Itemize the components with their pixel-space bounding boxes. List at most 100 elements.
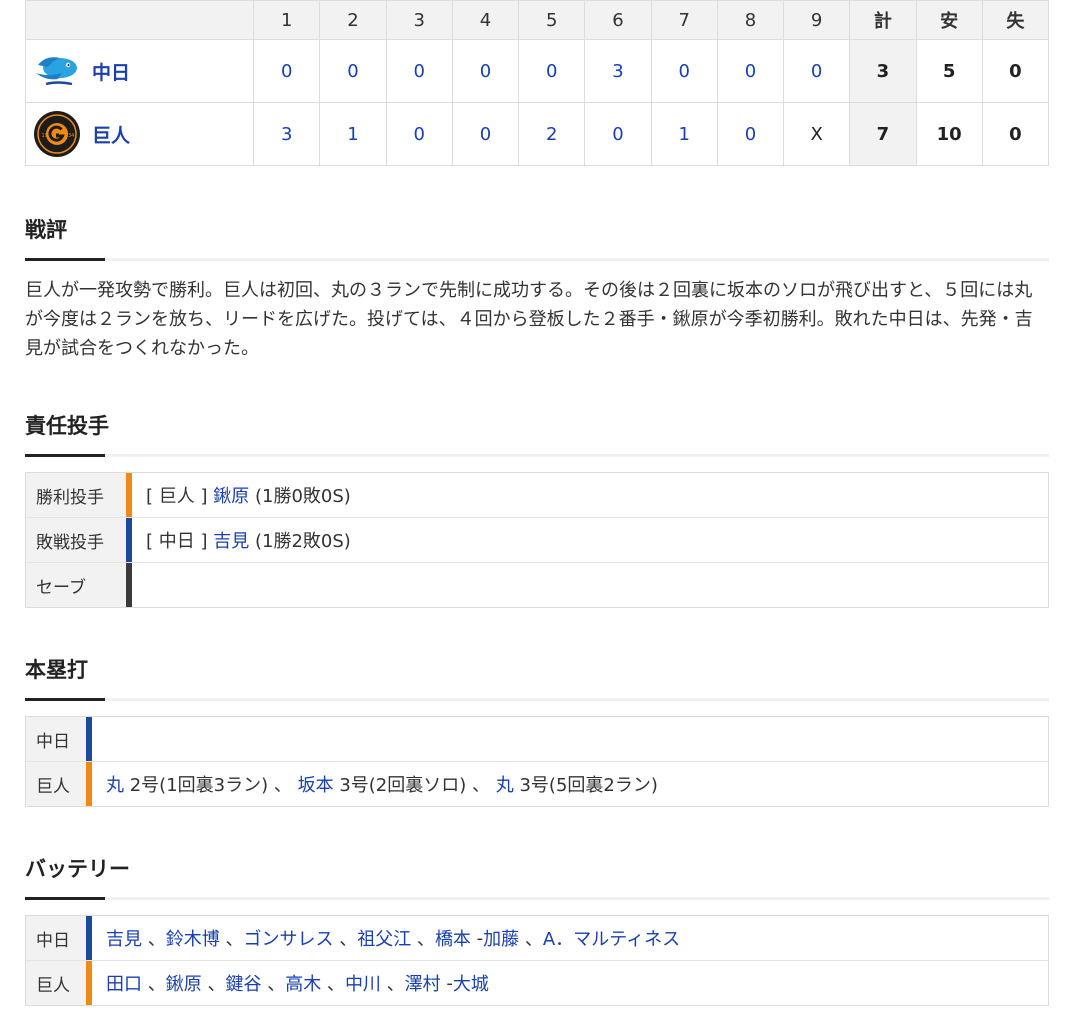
inning-header: 9 — [783, 0, 851, 40]
list-separator: 、 — [142, 974, 166, 995]
total-header: 計 — [849, 0, 917, 40]
row-label: 巨人 — [26, 961, 86, 1005]
pitcher-record: (1勝0敗0S) — [254, 486, 351, 507]
inning-score: X — [783, 102, 851, 166]
list-separator: 、 — [261, 974, 286, 995]
scoreboard-header: 1 2 3 4 5 6 7 8 9 計 安 失 — [24, 0, 1050, 40]
total-runs: 3 — [849, 39, 917, 103]
total-errors: 0 — [981, 102, 1050, 166]
scoreboard: 1 2 3 4 5 6 7 8 9 計 安 失 中日 0 0 0 0 0 3 0… — [24, 0, 1050, 166]
save-pitcher-row: セーブ — [26, 562, 1048, 607]
review-section: 戦評 巨人が一発攻勢で勝利。巨人は初回、丸の３ランで先制に成功する。その後は２回… — [25, 214, 1049, 363]
battery-row-giants: 巨人 田口 、 鍬原 、 鍵谷 、 高木 、 中川 、 澤村 - 大城 — [26, 960, 1048, 1005]
pitchers-table: 勝利投手 [ 巨人 ] 鍬原 (1勝0敗0S) 敗戦投手 [ 中日 ] 吉見 (… — [25, 472, 1049, 608]
inning-score: 0 — [783, 39, 851, 103]
team-name: 中日 — [92, 61, 131, 84]
inning-score: 2 — [518, 102, 586, 166]
inning-header: 8 — [716, 0, 785, 40]
pitcher-record: (1勝2敗0S) — [254, 531, 351, 552]
inning-score: 0 — [451, 39, 520, 103]
player-link[interactable]: 澤村 — [405, 970, 441, 996]
list-separator: 、 — [321, 974, 345, 995]
inning-header: 4 — [451, 0, 520, 40]
homeruns-table: 中日 巨人 丸 2号(1回裏3ラン) 、 坂本 3号(2回裏ソロ) 、 丸 3号… — [25, 716, 1049, 807]
homerun-list — [92, 717, 1048, 761]
player-link[interactable]: 鍵谷 — [225, 970, 261, 996]
team-cell[interactable]: 19 34 巨人 — [24, 102, 255, 166]
player-link[interactable]: ゴンサレス — [243, 925, 333, 951]
giants-logo-icon: 19 34 — [32, 109, 82, 159]
homerun-row-giants: 巨人 丸 2号(1回裏3ラン) 、 坂本 3号(2回裏ソロ) 、 丸 3号(5回… — [26, 761, 1048, 806]
player-link[interactable]: A．マルティネス — [543, 925, 680, 951]
team-cell[interactable]: 中日 — [24, 39, 255, 103]
battery-section: バッテリー 中日 吉見 、 鈴木博 、 ゴンサレス 、 祖父江 、 橋本 - 加… — [25, 853, 1049, 1006]
list-separator: 、 — [380, 974, 405, 995]
battery-table: 中日 吉見 、 鈴木博 、 ゴンサレス 、 祖父江 、 橋本 - 加藤 、 A．… — [25, 915, 1049, 1006]
inning-score: 0 — [518, 39, 586, 103]
svg-text:19: 19 — [42, 133, 48, 139]
player-link[interactable]: 鍬原 — [166, 970, 202, 996]
section-divider — [25, 454, 1049, 457]
row-label: 巨人 — [26, 762, 86, 806]
losing-pitcher-row: 敗戦投手 [ 中日 ] 吉見 (1勝2敗0S) — [26, 517, 1048, 562]
row-label: 中日 — [26, 916, 86, 960]
svg-text:34: 34 — [68, 133, 74, 139]
list-separator: 、 — [519, 929, 543, 950]
section-divider — [25, 897, 1049, 900]
player-link[interactable]: 加藤 — [483, 925, 519, 951]
section-divider — [25, 258, 1049, 261]
player-link[interactable]: 鈴木博 — [166, 925, 220, 951]
team-header — [24, 0, 255, 40]
inning-score: 0 — [253, 39, 321, 103]
winning-pitcher-row: 勝利投手 [ 巨人 ] 鍬原 (1勝0敗0S) — [26, 473, 1048, 517]
inning-header: 7 — [650, 0, 718, 40]
battery-dash: - — [470, 927, 484, 949]
inning-header: 2 — [319, 0, 387, 40]
homerun-detail: 3号(5回裏2ラン) — [519, 775, 658, 796]
section-title: 責任投手 — [25, 414, 109, 438]
player-link[interactable]: 祖父江 — [357, 925, 411, 951]
player-link[interactable]: 中川 — [345, 970, 381, 996]
row-label: 敗戦投手 — [26, 518, 126, 562]
team-row-giants: 19 34 巨人 3 1 0 0 2 0 1 0 X 7 10 0 — [24, 102, 1050, 166]
homerun-row-dragons: 中日 — [26, 717, 1048, 761]
review-text: 巨人が一発攻勢で勝利。巨人は初回、丸の３ランで先制に成功する。その後は２回裏に坂… — [25, 280, 1033, 359]
inning-score: 0 — [385, 39, 453, 103]
inning-score: 0 — [319, 39, 387, 103]
total-hits: 10 — [915, 102, 983, 166]
pitcher-link[interactable]: 吉見 — [213, 527, 249, 553]
pitchers-section: 責任投手 勝利投手 [ 巨人 ] 鍬原 (1勝0敗0S) 敗戦投手 [ 中日 ]… — [25, 410, 1049, 608]
homerun-detail: 2号(1回裏3ラン) — [129, 775, 269, 796]
player-link[interactable]: 田口 — [106, 970, 142, 996]
inning-score: 0 — [716, 39, 785, 103]
list-separator: 、 — [466, 775, 496, 796]
team-tag: [ 巨人 ] — [146, 486, 208, 507]
row-label: 中日 — [26, 717, 86, 761]
pitcher-link[interactable]: 鍬原 — [213, 482, 249, 508]
inning-header: 5 — [518, 0, 586, 40]
errors-header: 失 — [981, 0, 1050, 40]
inning-score: 0 — [716, 102, 785, 166]
player-link[interactable]: 大城 — [453, 970, 489, 996]
player-link[interactable]: 吉見 — [106, 925, 142, 951]
battery-list: 田口 、 鍬原 、 鍵谷 、 高木 、 中川 、 澤村 - 大城 — [92, 961, 1048, 1005]
save-value — [132, 563, 1048, 607]
player-link[interactable]: 橋本 — [435, 925, 471, 951]
section-title: バッテリー — [25, 857, 130, 881]
game-summary: 1 2 3 4 5 6 7 8 9 計 安 失 中日 0 0 0 0 0 3 0… — [24, 0, 1050, 1006]
row-label: 勝利投手 — [26, 473, 126, 517]
batter-link[interactable]: 丸 — [496, 771, 514, 797]
battery-list: 吉見 、 鈴木博 、 ゴンサレス 、 祖父江 、 橋本 - 加藤 、 A．マルテ… — [92, 916, 1048, 960]
team-name: 巨人 — [92, 124, 131, 147]
list-separator: 、 — [201, 974, 226, 995]
player-link[interactable]: 高木 — [285, 970, 321, 996]
batter-link[interactable]: 丸 — [106, 771, 124, 797]
section-title: 戦評 — [25, 218, 67, 242]
inning-score: 1 — [319, 102, 387, 166]
batter-link[interactable]: 坂本 — [298, 771, 334, 797]
inning-score: 0 — [584, 102, 652, 166]
team-tag: [ 中日 ] — [146, 531, 208, 552]
inning-score: 3 — [253, 102, 321, 166]
inning-score: 0 — [451, 102, 520, 166]
team-row-dragons: 中日 0 0 0 0 0 3 0 0 0 3 5 0 — [24, 39, 1050, 103]
